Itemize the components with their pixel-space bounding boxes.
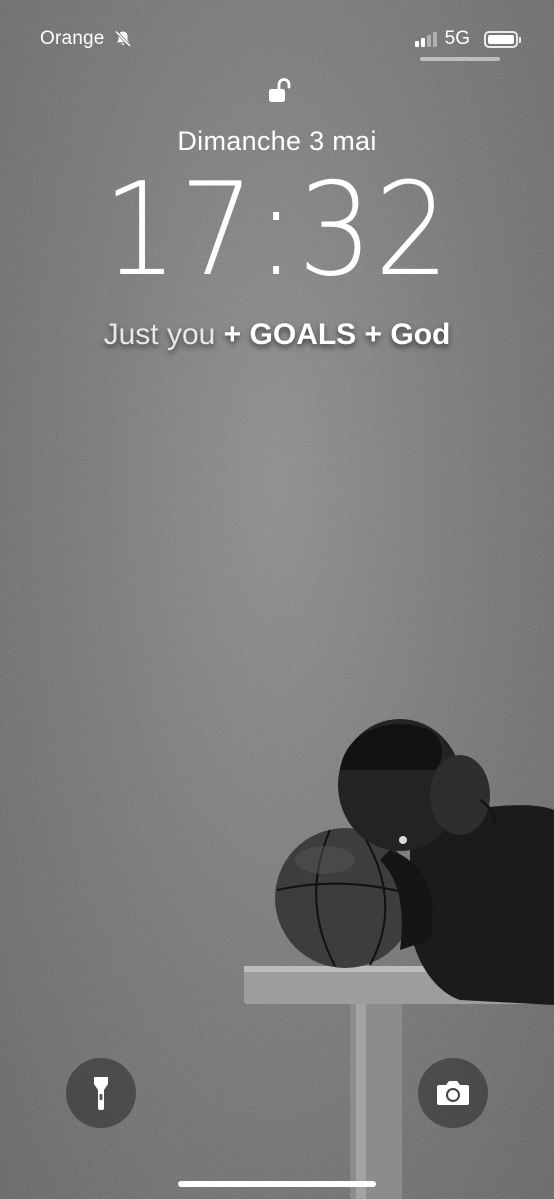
network-type: 5G [444,28,470,49]
motto-part-3: + God [364,318,451,351]
flashlight-icon [94,1077,108,1110]
status-right: 5G [414,28,521,50]
motto-part-2: + GOALS [223,318,357,351]
wallpaper-photo-figure [244,719,554,1199]
motto-part-1: Just you [103,318,216,351]
battery-icon [484,30,521,48]
signal-icon [414,31,437,47]
lock-date: Dimanche 3 mai [177,126,377,156]
lock-time: 17:32 [102,156,452,305]
status-left: Orange [40,28,133,50]
control-center-indicator[interactable] [420,57,500,61]
lock-screen: Orange 5G Dimanche 3 mai 17:32 Just you … [0,0,554,1199]
camera-button[interactable] [418,1058,488,1128]
status-bar: Orange 5G [40,22,521,56]
carrier-name: Orange [40,28,105,49]
camera-icon [437,1081,469,1105]
bell-slash-icon [114,30,131,48]
unlocked-padlock-icon [269,78,291,102]
wallpaper-motto: Just you + GOALS + God [0,318,554,352]
flashlight-button[interactable] [66,1058,136,1128]
home-indicator[interactable] [178,1181,376,1187]
